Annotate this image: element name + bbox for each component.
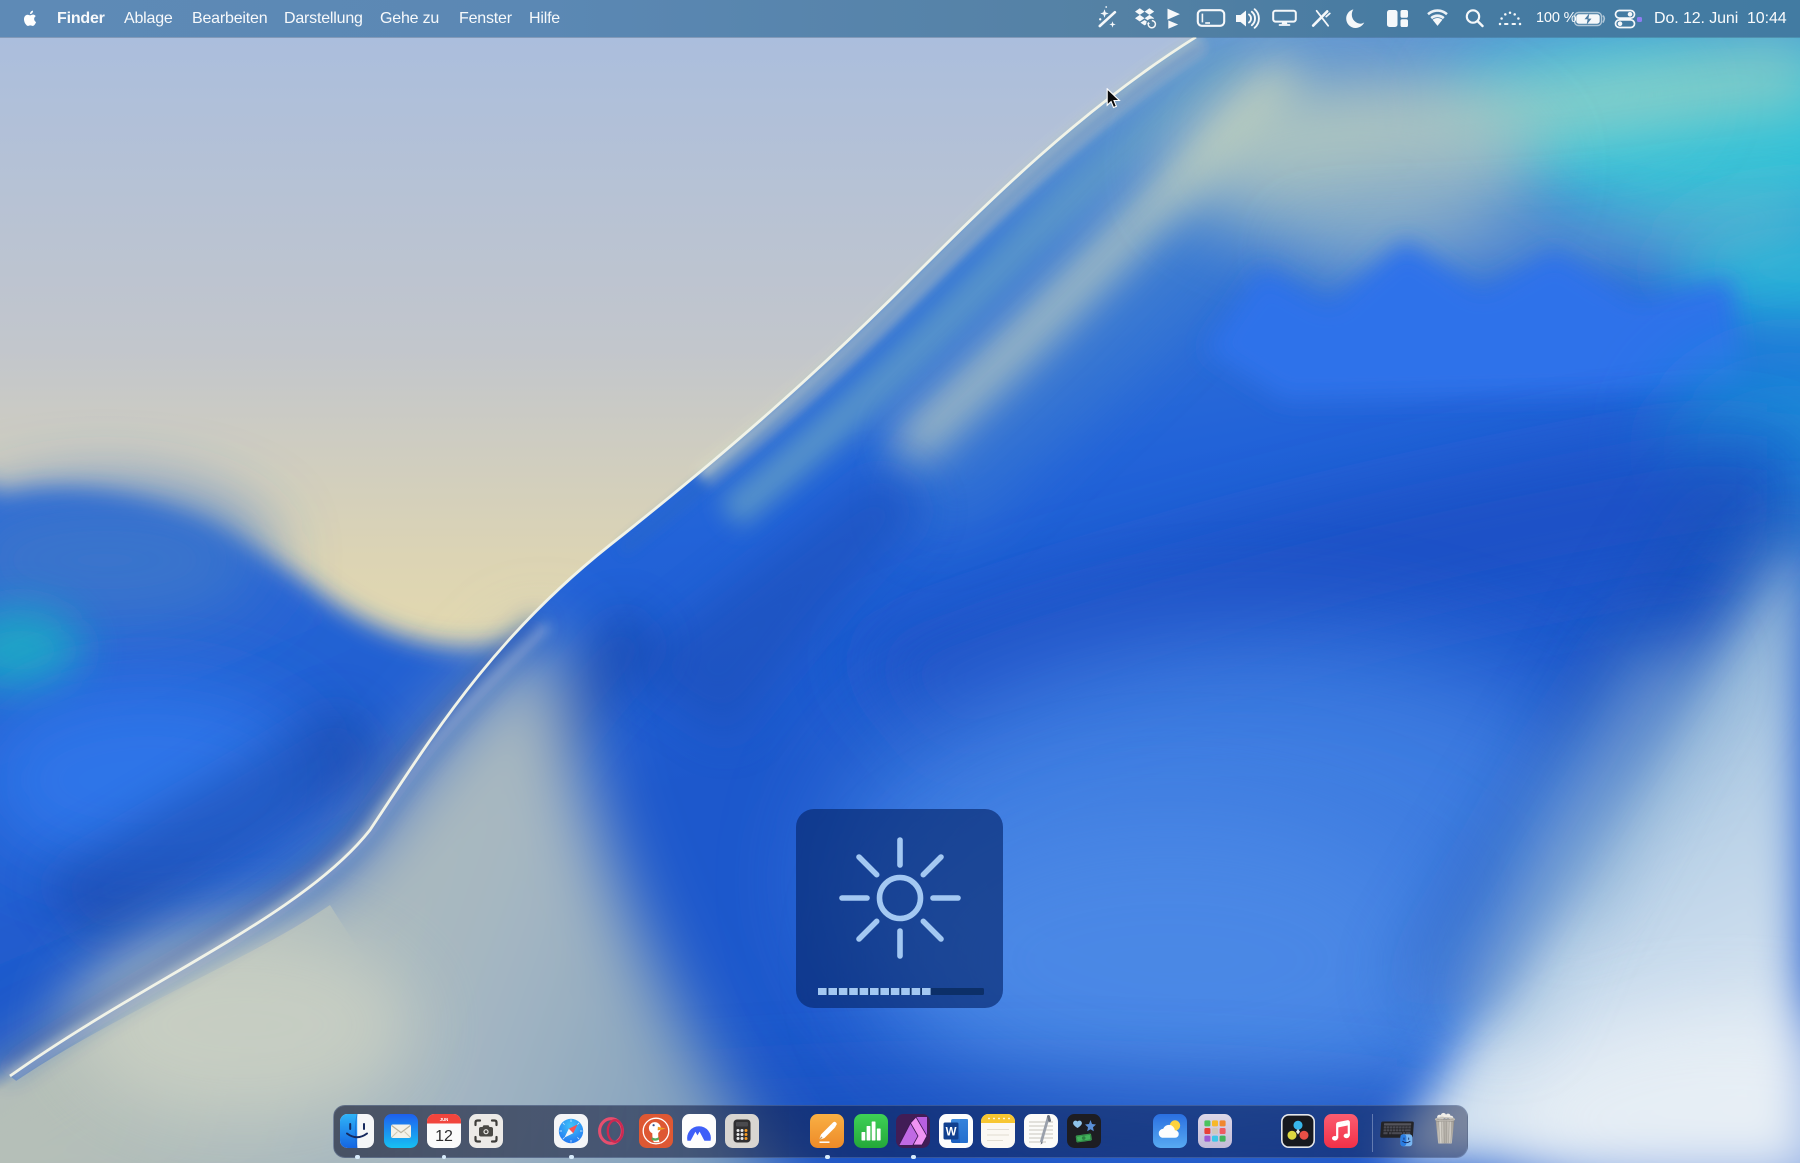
svg-text:W: W <box>945 1127 956 1139</box>
svg-text:12: 12 <box>435 1128 453 1145</box>
svg-text:JUN: JUN <box>439 1117 448 1122</box>
